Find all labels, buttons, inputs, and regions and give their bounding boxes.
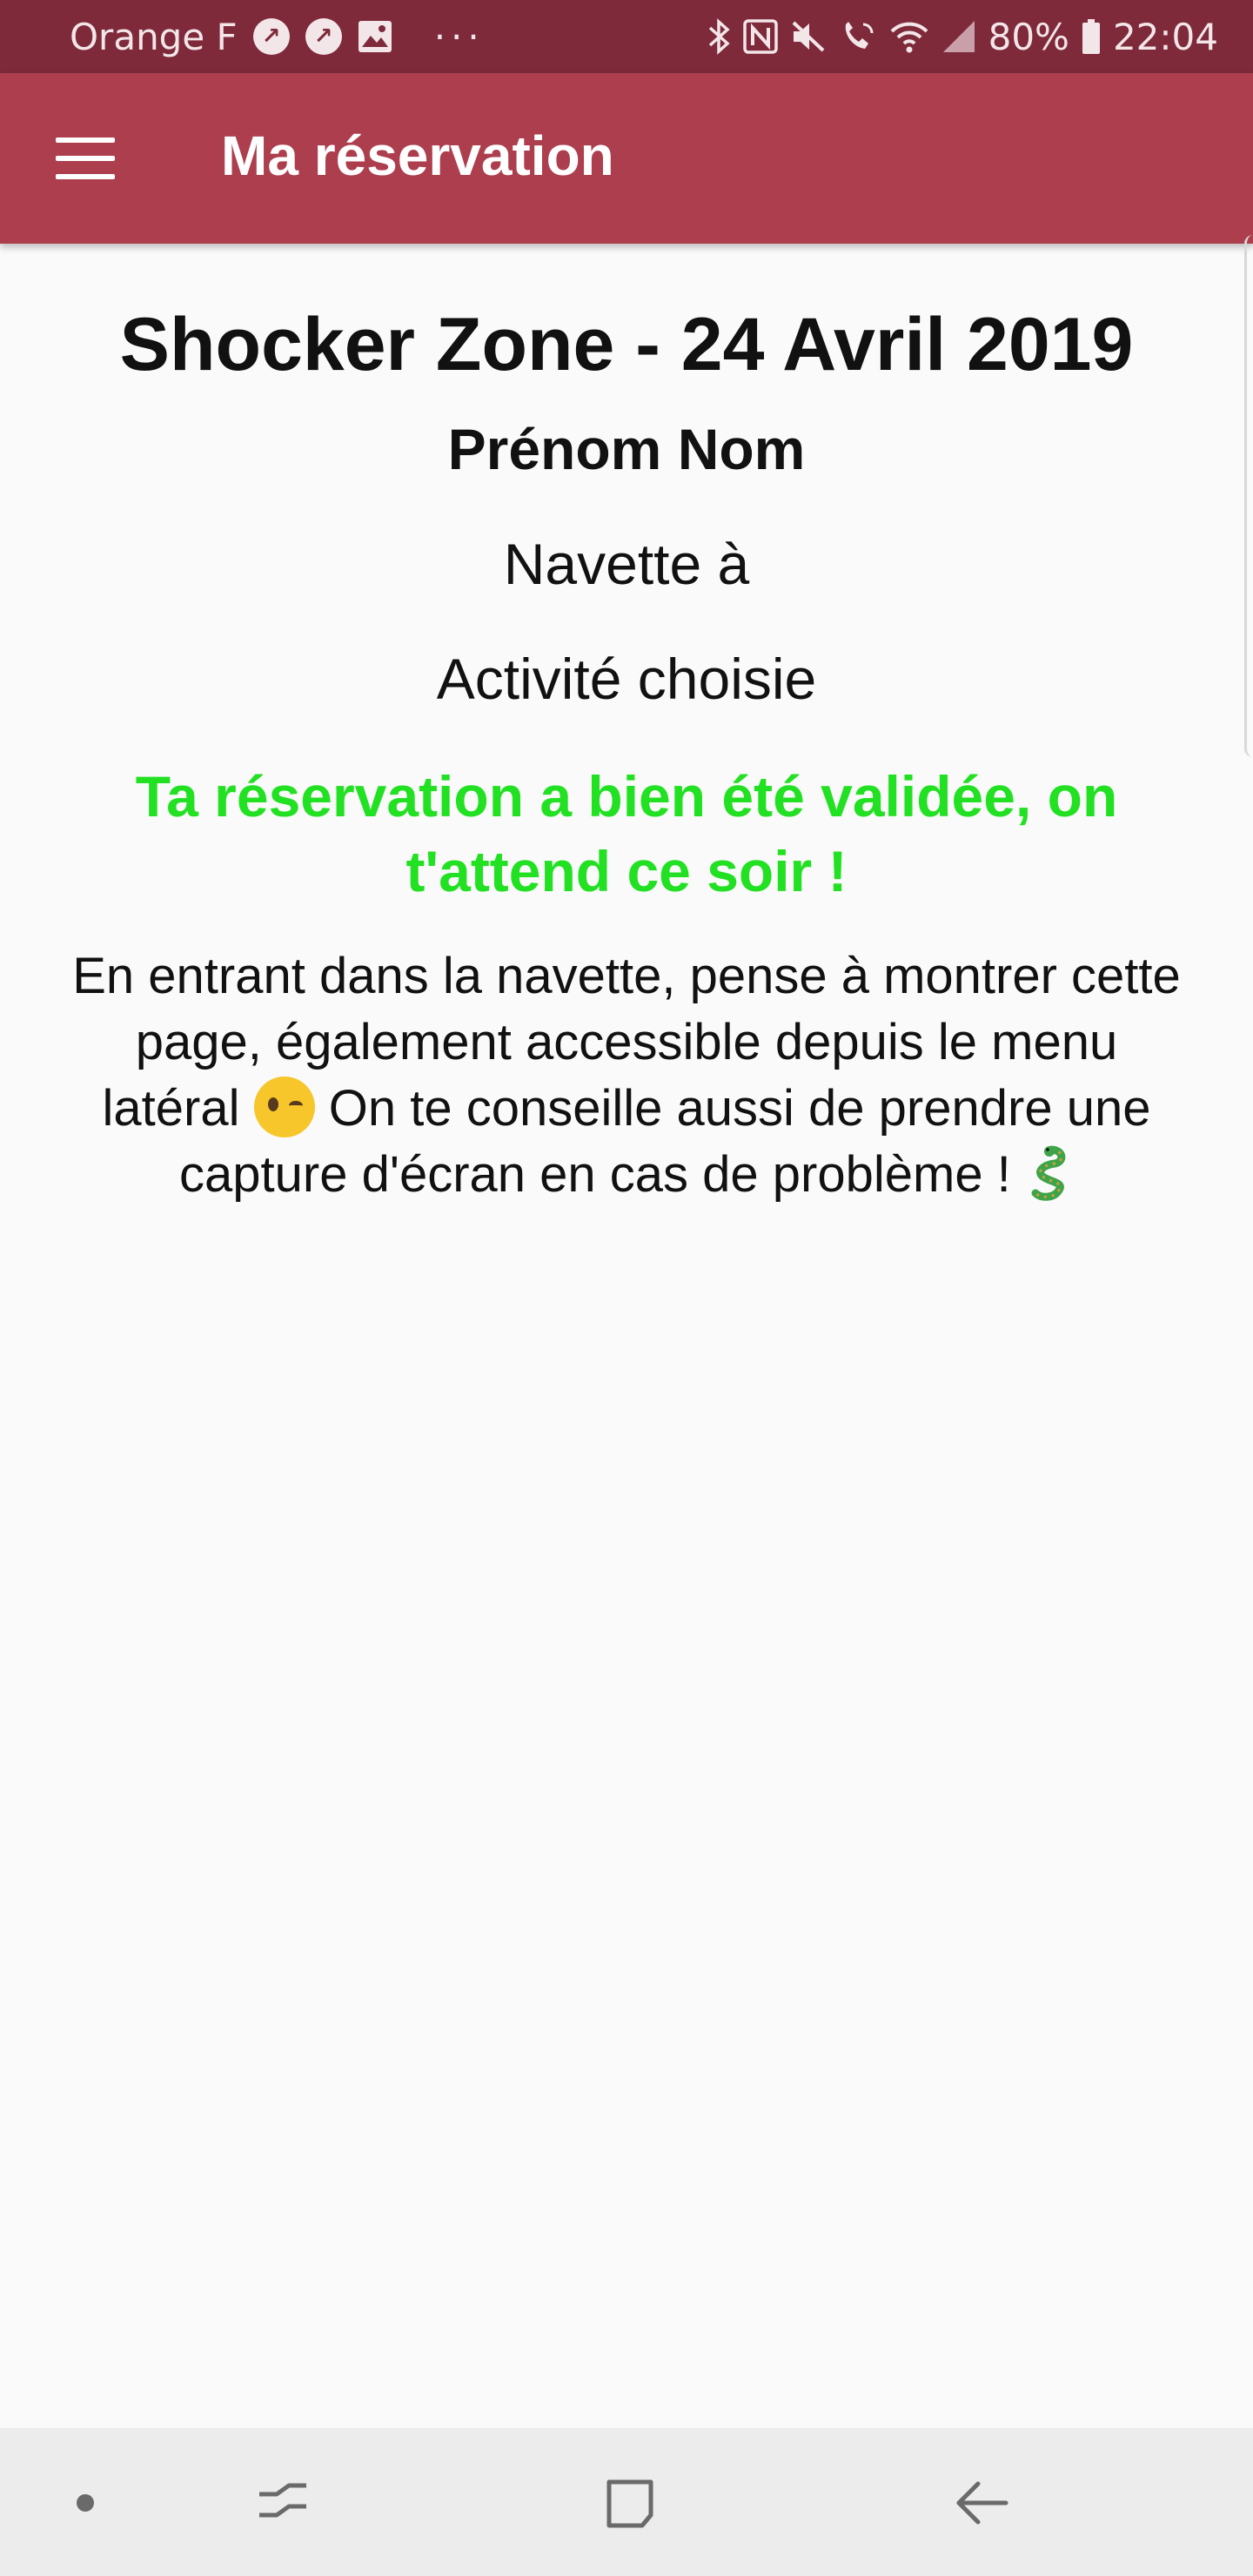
winking-face-emoji-icon [253, 1077, 315, 1137]
status-bar: Orange F ↗ ↗ ··· 80% 22:04 [0, 0, 1253, 73]
system-nav-bar [0, 2428, 1253, 2576]
battery-icon [1082, 18, 1101, 55]
battery-percent: 80% [988, 15, 1069, 58]
page-title: Ma réservation [221, 124, 614, 187]
overview-square-icon[interactable] [592, 2465, 670, 2543]
status-right: 80% 22:04 [707, 16, 1218, 58]
info-message: En entrant dans la navette, pense à mont… [61, 943, 1192, 1210]
reservation-content: Shocker Zone - 24 Avril 2019 Prénom Nom … [0, 244, 1253, 1210]
menu-line [56, 174, 115, 179]
image-icon [358, 20, 392, 53]
signal-icon [941, 19, 976, 54]
menu-line [56, 156, 115, 161]
clock: 22:04 [1112, 15, 1218, 58]
recents-icon[interactable] [244, 2465, 322, 2543]
nfc-icon [742, 19, 778, 54]
back-arrow-icon[interactable] [943, 2465, 1022, 2543]
app-bar: Ma réservation [0, 73, 1253, 244]
hamburger-menu-icon[interactable] [56, 138, 115, 179]
event-title: Shocker Zone - 24 Avril 2019 [119, 303, 1134, 386]
carrier-label: Orange F [70, 15, 238, 58]
confirmation-message: Ta réservation a bien été validée, on t'… [135, 764, 1118, 903]
more-notifications-icon: ··· [433, 15, 485, 58]
mute-icon [790, 19, 827, 54]
bluetooth-icon [707, 18, 731, 55]
screen: Orange F ↗ ↗ ··· 80% 22:04 Ma réservatio… [0, 0, 1253, 2576]
dot-icon[interactable] [77, 2494, 94, 2512]
missed-call-icon: ↗ [252, 18, 290, 55]
wifi-icon [889, 19, 929, 54]
snake-emoji-icon [1025, 1144, 1074, 1210]
missed-call-icon-2: ↗ [305, 18, 342, 55]
info-text-part2: On te conseille aussi de prendre une cap… [179, 1080, 1151, 1203]
wifi-calling-icon [839, 19, 877, 54]
guest-name: Prénom Nom [447, 417, 806, 481]
shuttle-label: Navette à [503, 532, 750, 596]
activity-label: Activité choisie [436, 647, 817, 711]
status-left: Orange F ↗ ↗ ··· [70, 16, 485, 58]
menu-line [56, 138, 115, 143]
